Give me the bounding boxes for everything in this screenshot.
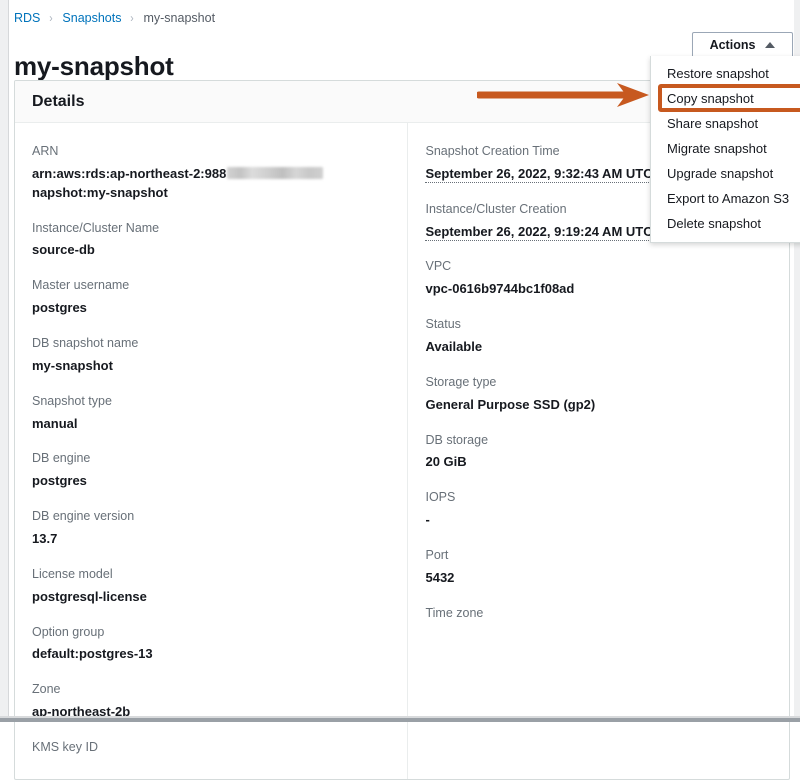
detail-field-label: DB engine <box>32 451 91 466</box>
detail-field-value: 5432 <box>425 569 455 585</box>
detail-field-value: postgresql-license <box>32 588 147 604</box>
detail-field-label: Instance/Cluster Name <box>32 220 160 235</box>
detail-field-value: vpc-0616b9744bc1f08ad <box>425 281 575 297</box>
detail-field: DB engine version 13.7 <box>32 508 389 549</box>
detail-field-label: VPC <box>425 259 452 274</box>
detail-field-value: default:postgres-13 <box>32 646 153 662</box>
detail-field-label: Port <box>425 548 449 563</box>
redacted-account-id <box>227 166 324 179</box>
detail-field-value-text: September 26, 2022, 9:32:43 AM UTC <box>425 165 653 183</box>
detail-field-label: DB storage <box>425 432 489 447</box>
detail-field: Instance/Cluster Name source-db <box>32 220 389 261</box>
detail-field-label: DB engine version <box>32 509 135 524</box>
detail-field: Time zone <box>425 605 771 631</box>
detail-field: Master username postgres <box>32 277 389 318</box>
detail-field-label: Snapshot type <box>32 393 112 408</box>
page-title: my-snapshot <box>14 51 174 82</box>
actions-dropdown-menu[interactable]: Restore snapshot Copy snapshot Share snaps… <box>650 56 800 243</box>
detail-field-label: KMS key ID <box>32 740 98 755</box>
detail-field-label: IOPS <box>425 490 456 505</box>
detail-field: KMS key ID <box>32 739 389 765</box>
page-content: RDS › Snapshots › my-snapshot my-snapshot Ac… <box>9 0 800 780</box>
detail-field-value: postgres <box>32 300 87 316</box>
menu-item-copy-snapshot[interactable]: Copy snapshot <box>651 86 800 111</box>
detail-field-value: 13.7 <box>32 531 58 547</box>
detail-field: Snapshot type manual <box>32 393 389 434</box>
actions-button-label: Actions <box>709 38 756 52</box>
detail-field-value: Available <box>425 339 483 355</box>
detail-field: Option group default:postgres-13 <box>32 624 389 665</box>
breadcrumb-item-my-snapshot: my-snapshot <box>143 11 216 25</box>
window-bottom-edge <box>0 716 800 722</box>
menu-item-migrate-snapshot[interactable]: Migrate snapshot <box>651 136 800 161</box>
page-left-gutter <box>0 0 9 722</box>
detail-field-value: manual <box>32 415 78 431</box>
details-left-column: ARN arn:aws:rds:ap-northeast-2:988 napshot… <box>15 123 409 779</box>
menu-item-share-snapshot[interactable]: Share snapshot <box>651 111 800 136</box>
actions-button[interactable]: Actions <box>692 32 793 58</box>
chevron-up-icon <box>765 42 776 48</box>
detail-field-value: 20 GiB <box>425 454 467 470</box>
menu-item-delete-snapshot[interactable]: Delete snapshot <box>651 211 800 236</box>
detail-field: DB storage 20 GiB <box>425 432 771 473</box>
detail-field-value: arn:aws:rds:ap-northeast-2:988 napshot:my… <box>32 165 389 203</box>
detail-field-label: Time zone <box>425 605 484 620</box>
detail-field-label: Zone <box>32 682 61 697</box>
menu-item-restore-snapshot[interactable]: Restore snapshot <box>651 61 800 86</box>
detail-field-value: postgres <box>32 473 87 489</box>
breadcrumb-item-rds[interactable]: RDS <box>14 11 40 25</box>
detail-field-label: Option group <box>32 624 105 639</box>
detail-field-label: ARN <box>32 144 59 158</box>
detail-field-value: General Purpose SSD (gp2) <box>425 396 596 412</box>
detail-field-value <box>425 627 771 631</box>
detail-field-value <box>32 761 389 765</box>
breadcrumb-separator-icon: › <box>130 11 135 25</box>
detail-field: Port 5432 <box>425 547 771 588</box>
detail-field: ARN arn:aws:rds:ap-northeast-2:988 napshot… <box>32 143 389 203</box>
detail-field: Storage type General Purpose SSD (gp2) <box>425 374 771 415</box>
detail-field-value: - <box>425 512 430 528</box>
detail-field: Status Available <box>425 316 771 357</box>
details-header-title: Details <box>32 92 85 110</box>
breadcrumb-separator-icon: › <box>49 11 54 25</box>
menu-item-export-to-amazon-s3[interactable]: Export to Amazon S3 <box>651 186 800 211</box>
detail-field: DB engine postgres <box>32 450 389 491</box>
arn-prefix: arn:aws:rds:ap-northeast-2:988 <box>32 165 227 181</box>
breadcrumb: RDS › Snapshots › my-snapshot <box>14 11 215 25</box>
breadcrumb-item-snapshots[interactable]: Snapshots <box>62 11 121 25</box>
arn-suffix: napshot:my-snapshot <box>32 184 168 200</box>
menu-item-upgrade-snapshot[interactable]: Upgrade snapshot <box>651 161 800 186</box>
detail-field-label: License model <box>32 566 113 581</box>
detail-field: VPC vpc-0616b9744bc1f08ad <box>425 258 771 299</box>
detail-field: IOPS - <box>425 489 771 530</box>
detail-field-label: DB snapshot name <box>32 336 139 350</box>
detail-field: DB snapshot name my-snapshot <box>32 335 389 376</box>
detail-field-value: source-db <box>32 242 95 258</box>
detail-field-value-text: September 26, 2022, 9:19:24 AM UTC <box>425 223 653 241</box>
detail-field-label: Status <box>425 317 461 332</box>
detail-field: License model postgresql-license <box>32 566 389 607</box>
detail-field-label: Storage type <box>425 374 497 389</box>
detail-field-value: my-snapshot <box>32 357 113 373</box>
detail-field-label: Master username <box>32 278 130 293</box>
